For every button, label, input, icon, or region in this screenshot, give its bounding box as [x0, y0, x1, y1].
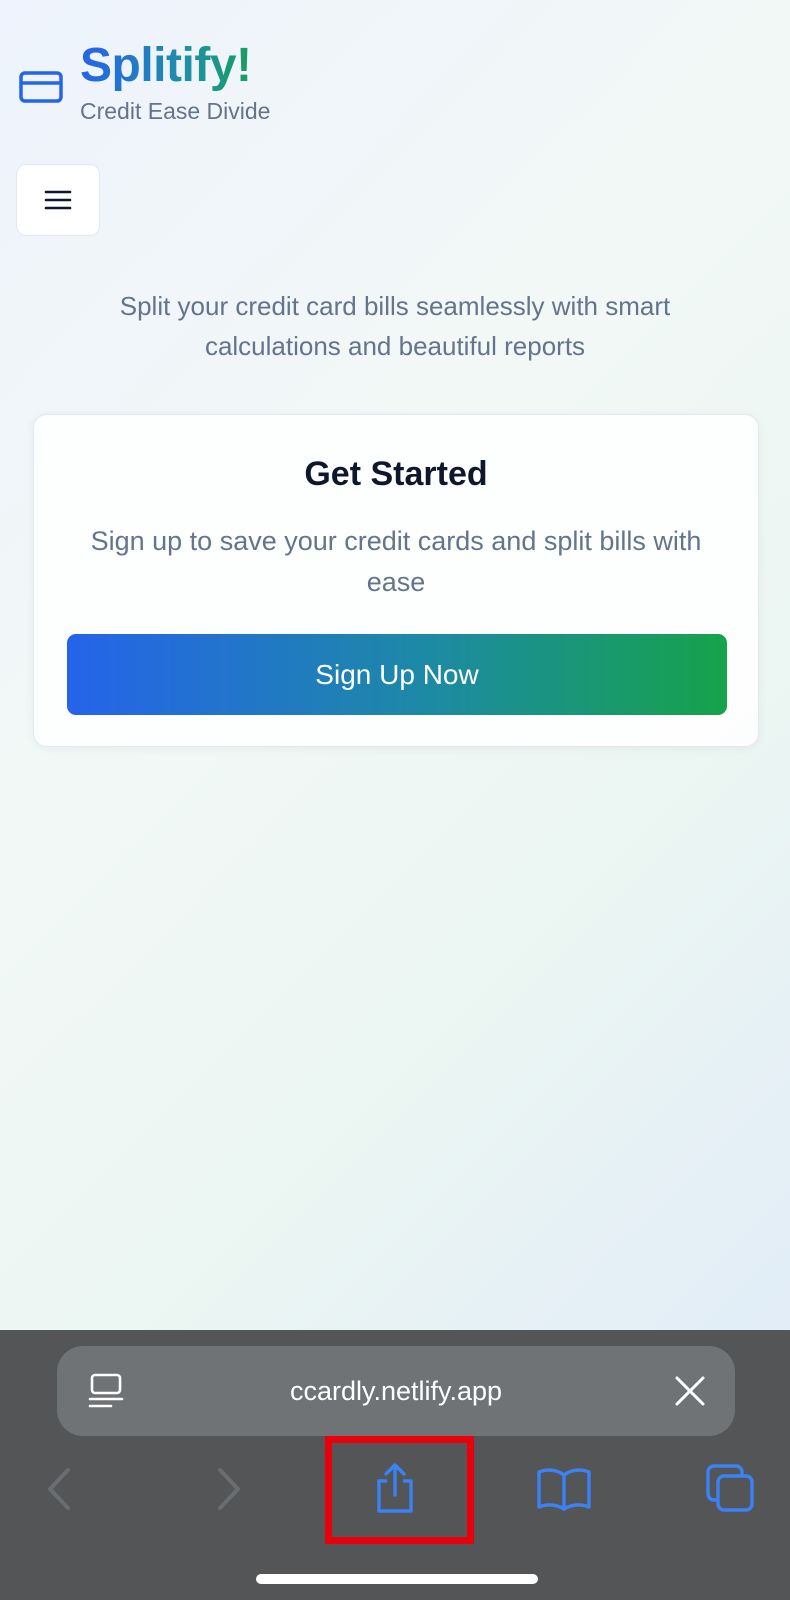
home-indicator[interactable] [256, 1574, 538, 1584]
credit-card-icon [19, 71, 63, 103]
menu-button[interactable] [16, 164, 100, 236]
browser-toolbar: ccardly.netlify.app [0, 1330, 790, 1600]
card-description: Sign up to save your credit cards and sp… [90, 526, 702, 597]
card-title: Get Started [304, 455, 488, 493]
url-text[interactable]: ccardly.netlify.app [57, 1346, 735, 1436]
sign-up-button[interactable]: Sign Up Now [67, 634, 727, 715]
hamburger-menu-icon [44, 190, 72, 210]
bookmarks-icon[interactable] [536, 1467, 592, 1511]
tabs-icon[interactable] [705, 1463, 755, 1513]
get-started-card: Get Started Sign up to save your credit … [33, 414, 759, 747]
forward-icon[interactable] [212, 1464, 246, 1514]
brand-header: Splitify! Credit Ease Divide [18, 38, 270, 125]
app-title: Splitify! [80, 38, 270, 94]
back-icon[interactable] [42, 1464, 76, 1514]
close-icon[interactable] [673, 1374, 707, 1408]
share-highlight-box [325, 1436, 474, 1544]
address-bar[interactable]: ccardly.netlify.app [57, 1346, 735, 1436]
tagline: Split your credit card bills seamlessly … [119, 291, 671, 361]
app-subtitle: Credit Ease Divide [80, 98, 271, 124]
